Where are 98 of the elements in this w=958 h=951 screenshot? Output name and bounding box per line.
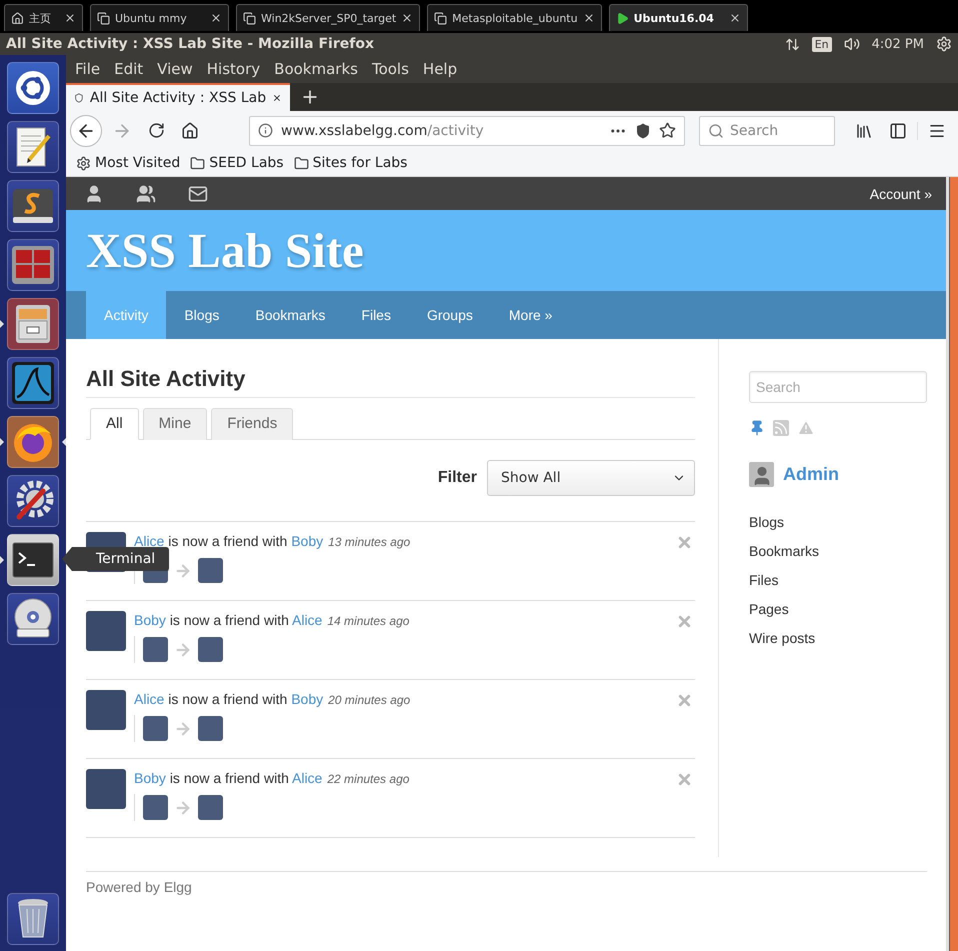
- users-icon[interactable]: [136, 184, 156, 204]
- page-heading: All Site Activity: [86, 366, 695, 398]
- photo-placeholder: [198, 795, 223, 820]
- sidebar-link[interactable]: Blogs: [749, 512, 784, 533]
- photo-placeholder: [143, 716, 168, 741]
- photo-placeholder: [143, 637, 168, 662]
- sidebar-link[interactable]: Wire posts: [749, 628, 816, 649]
- activity-summary: Boby is now a friend with Alice: [134, 612, 322, 628]
- pin-icon[interactable]: [749, 420, 765, 436]
- keyboard-indicator[interactable]: En: [812, 36, 832, 52]
- timestamp: 13 minutes ago: [328, 535, 410, 549]
- vm-tab[interactable]: Ubuntu16.04: [608, 4, 748, 31]
- play-icon: [616, 12, 629, 24]
- close-icon[interactable]: [582, 12, 595, 24]
- timestamp: 22 minutes ago: [327, 772, 410, 786]
- nav-item[interactable]: Files: [343, 291, 409, 339]
- bookmark-item[interactable]: SEED Labs: [190, 155, 284, 171]
- photo-placeholder: [86, 769, 126, 809]
- vm-tab[interactable]: 主页: [4, 4, 83, 31]
- photo-placeholder: [86, 611, 126, 651]
- photo-placeholder: [143, 795, 168, 820]
- volume-icon[interactable]: [844, 36, 860, 52]
- sidebar-search-field[interactable]: Search: [749, 371, 927, 403]
- home-icon: [11, 12, 24, 24]
- sidebar-link[interactable]: Bookmarks: [749, 541, 820, 562]
- activity-summary: Alice is now a friend with Boby: [134, 691, 324, 707]
- footer-text: Powered by Elgg: [86, 879, 192, 895]
- bookmark-item[interactable]: Most Visited: [76, 155, 180, 171]
- menu-item[interactable]: Tools: [366, 58, 414, 80]
- ubuntu-logo-icon: [14, 69, 52, 107]
- photo-placeholder: [198, 637, 223, 662]
- browser-tab[interactable]: All Site Activity : XSS Lab: [66, 83, 290, 111]
- menu-item[interactable]: Help: [418, 58, 462, 80]
- activity-summary: Boby is now a friend with Alice: [134, 770, 322, 786]
- shark-fin-icon: [11, 361, 55, 405]
- close-icon[interactable]: [210, 12, 222, 24]
- reload-icon[interactable]: [148, 122, 165, 139]
- nav-item[interactable]: Groups: [408, 291, 491, 339]
- star-icon[interactable]: [659, 122, 676, 139]
- close-icon[interactable]: [728, 12, 741, 24]
- bookmark-item[interactable]: Sites for Labs: [294, 155, 408, 171]
- url-field[interactable]: www.xsslabelgg.com/activity: [249, 116, 685, 146]
- sidebar-link[interactable]: Pages: [749, 599, 789, 620]
- window-icon: [97, 12, 110, 24]
- mail-icon[interactable]: [188, 184, 208, 204]
- timestamp: 14 minutes ago: [327, 614, 410, 628]
- gear-icon: [76, 156, 91, 170]
- photo-placeholder: [198, 558, 223, 583]
- terminal-grid-icon: [11, 245, 55, 285]
- filter-label: Filter: [438, 469, 477, 487]
- site-title: XSS Lab Site: [86, 222, 364, 279]
- terminal-icon: [11, 541, 55, 579]
- file-cabinet-icon: [13, 303, 53, 345]
- window-icon: [243, 12, 256, 24]
- vm-tab[interactable]: Win2kServer_SP0_target: [236, 4, 420, 31]
- nav-item[interactable]: Bookmarks: [237, 291, 344, 339]
- filter-tab[interactable]: Mine: [142, 408, 208, 440]
- photo-placeholder: [86, 690, 126, 730]
- nav-item[interactable]: More »: [490, 291, 570, 339]
- menu-item[interactable]: History: [202, 58, 266, 80]
- launcher-item[interactable]: [0, 416, 66, 468]
- menu-item[interactable]: Bookmarks: [269, 58, 363, 80]
- filter-tab[interactable]: Friends: [211, 408, 294, 440]
- nav-item[interactable]: Blogs: [166, 291, 238, 339]
- filter-tab[interactable]: All: [90, 408, 139, 440]
- arrow-icon: [174, 562, 192, 580]
- avatar-silhouette-icon: [749, 462, 774, 487]
- library-icon[interactable]: [855, 122, 873, 140]
- close-icon[interactable]: [64, 12, 76, 24]
- search-field[interactable]: Search: [699, 116, 835, 146]
- menu-item[interactable]: View: [152, 58, 198, 80]
- info-icon[interactable]: [258, 123, 273, 138]
- menu-item[interactable]: Edit: [109, 58, 148, 80]
- sidebar-link[interactable]: Files: [749, 570, 779, 591]
- arrow-icon: [174, 720, 192, 738]
- settings-icon[interactable]: [936, 36, 952, 52]
- arrow-icon: [174, 640, 192, 658]
- arrow-icon: [174, 798, 192, 816]
- timestamp: 20 minutes ago: [328, 693, 410, 707]
- clock[interactable]: 4:02 PM: [872, 36, 924, 52]
- account-link[interactable]: Account »: [870, 186, 932, 202]
- filter-select[interactable]: Show All: [487, 460, 695, 496]
- vm-tab[interactable]: Ubuntu mmy: [90, 4, 229, 31]
- launcher-tooltip: Terminal: [62, 547, 170, 571]
- close-icon[interactable]: [401, 12, 414, 24]
- window-icon: [434, 12, 448, 24]
- sidebar-icon[interactable]: [889, 122, 907, 140]
- photo-placeholder: [198, 716, 223, 741]
- folder-icon: [294, 156, 309, 170]
- window-title: All Site Activity : XSS Lab Site - Mozilla Firefox: [6, 36, 375, 52]
- back-button[interactable]: [70, 114, 102, 146]
- network-arrows-icon[interactable]: [784, 36, 800, 52]
- code-editor-icon: [11, 187, 55, 225]
- vm-tab[interactable]: Metasploitable_ubuntu: [427, 4, 602, 31]
- menu-item[interactable]: File: [70, 58, 106, 80]
- search-icon: [708, 122, 724, 138]
- home-icon[interactable]: [181, 122, 199, 140]
- folder-icon: [190, 156, 206, 170]
